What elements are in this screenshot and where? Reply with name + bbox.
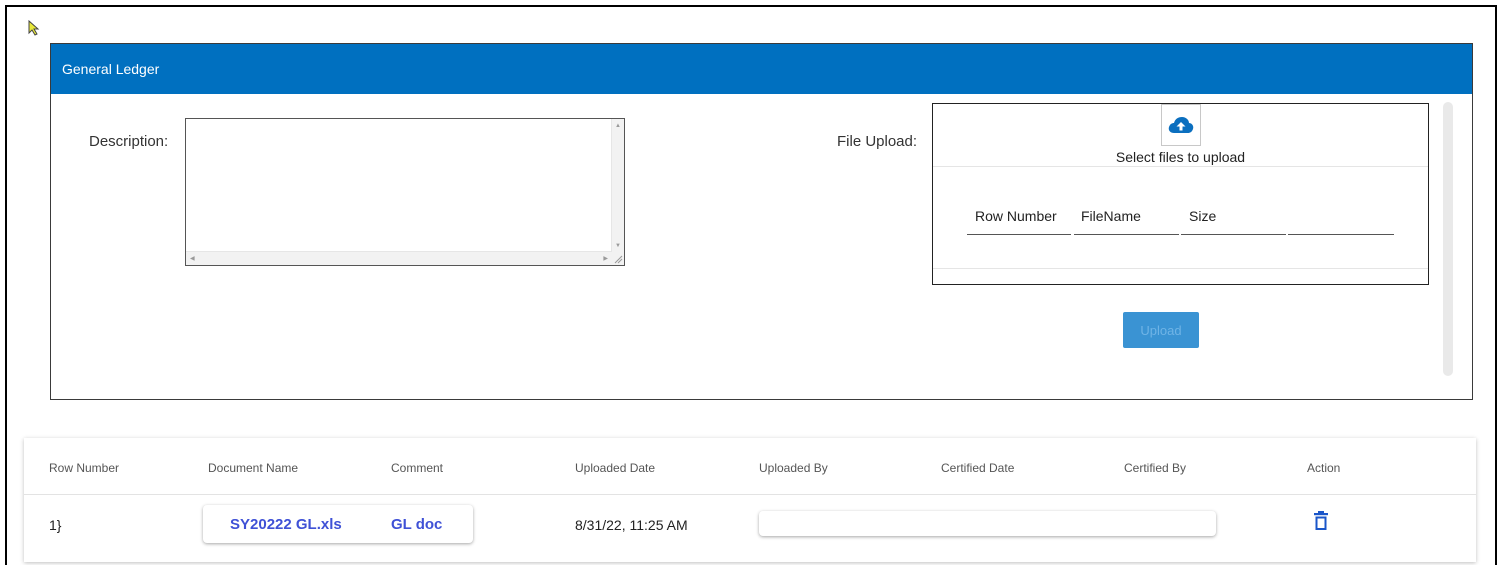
general-ledger-panel: General Ledger Description: ▲ ▼ ◀ ▶ File… <box>50 43 1473 400</box>
description-label: Description: <box>89 133 169 150</box>
upload-button[interactable]: Upload <box>1123 312 1199 348</box>
scroll-left-arrow-icon[interactable]: ◀ <box>190 256 195 262</box>
trash-icon[interactable] <box>1313 511 1329 531</box>
description-vertical-scrollbar[interactable]: ▲ ▼ <box>611 119 624 253</box>
scroll-right-arrow-icon[interactable]: ▶ <box>603 256 608 262</box>
divider <box>933 268 1428 269</box>
uploaded-by-field <box>759 511 1216 536</box>
mouse-pointer-icon <box>28 20 40 36</box>
scroll-up-arrow-icon[interactable]: ▲ <box>615 123 621 129</box>
file-table-header-row-number: Row Number <box>975 208 1057 224</box>
resize-grip-icon[interactable] <box>612 252 624 265</box>
divider <box>1181 234 1286 235</box>
divider <box>1074 234 1179 235</box>
panel-scrollbar[interactable] <box>1443 102 1453 376</box>
divider <box>967 234 1071 235</box>
divider <box>933 166 1428 167</box>
column-header-certified-date: Certified Date <box>941 461 1015 475</box>
cloud-upload-icon <box>1168 117 1194 133</box>
description-horizontal-scrollbar[interactable]: ◀ ▶ <box>186 251 612 265</box>
column-header-comment: Comment <box>391 461 444 475</box>
column-header-action: Action <box>1307 461 1341 475</box>
divider <box>24 494 1476 495</box>
column-header-certified-by: Certified By <box>1124 461 1187 475</box>
file-table-header-filename: FileName <box>1081 208 1141 224</box>
column-header-uploaded-by: Uploaded By <box>759 461 828 475</box>
document-pill: SY20222 GL.xls GL doc <box>203 505 473 543</box>
file-table-header-size: Size <box>1189 208 1217 224</box>
documents-table: Row Number Document Name Comment Uploade… <box>24 438 1476 562</box>
select-files-text: Select files to upload <box>1115 149 1246 165</box>
select-files-button[interactable] <box>1161 104 1201 146</box>
column-header-document-name: Document Name <box>208 461 299 475</box>
scroll-down-arrow-icon[interactable]: ▼ <box>615 243 621 249</box>
column-header-uploaded-date: Uploaded Date <box>575 461 656 475</box>
document-name-link[interactable]: SY20222 GL.xls <box>230 516 342 533</box>
panel-title: General Ledger <box>51 44 1472 94</box>
file-upload-dropzone[interactable]: Select files to upload Row Number FileNa… <box>932 103 1429 285</box>
file-upload-label: File Upload: <box>837 133 918 150</box>
comment-link[interactable]: GL doc <box>391 516 442 533</box>
description-textarea[interactable]: ▲ ▼ ◀ ▶ <box>185 118 625 266</box>
divider <box>1288 234 1394 235</box>
uploaded-date-cell: 8/31/22, 11:25 AM <box>575 517 688 533</box>
row-number-cell: 1} <box>49 517 62 533</box>
column-header-row-number: Row Number <box>49 461 120 475</box>
